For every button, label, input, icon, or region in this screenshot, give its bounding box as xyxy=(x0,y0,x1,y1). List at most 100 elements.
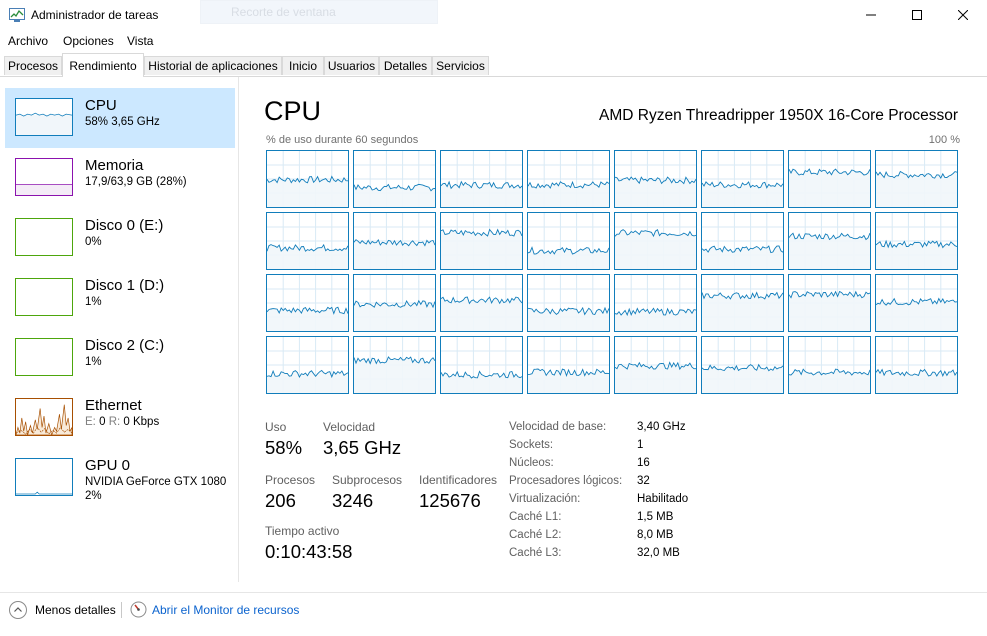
sidebar-item-sub: 0% xyxy=(85,236,102,248)
core-usage-graph xyxy=(527,151,610,207)
tab-servicios[interactable]: Servicios xyxy=(432,56,489,75)
sidebar-item-name: GPU 0 xyxy=(85,457,131,474)
page-title: CPU xyxy=(264,96,322,126)
menu-opciones[interactable]: Opciones xyxy=(63,34,114,48)
core-usage-graph xyxy=(527,337,610,393)
property-value: 32 xyxy=(637,475,650,487)
menu-vista[interactable]: Vista xyxy=(127,34,153,48)
logical-processor-graph xyxy=(875,150,958,208)
logical-processor-graph xyxy=(440,336,523,394)
core-usage-graph xyxy=(440,275,523,331)
core-usage-graph xyxy=(875,213,958,269)
logical-processor-graph xyxy=(788,336,871,394)
core-usage-graph xyxy=(266,275,349,331)
ethernet-send-value: 0 xyxy=(99,416,106,428)
sidebar-item-sub: 1% xyxy=(85,356,102,368)
logical-processor-graph xyxy=(440,150,523,208)
tab-procesos[interactable]: Procesos xyxy=(4,56,62,75)
core-usage-graph xyxy=(440,151,523,207)
sidebar-item-disco-1[interactable]: Disco 1 (D:) 1% xyxy=(5,268,235,328)
cpu-model-name: AMD Ryzen Threadripper 1950X 16-Core Pro… xyxy=(599,107,958,124)
chevron-up-icon[interactable] xyxy=(9,601,27,619)
footer-divider xyxy=(121,602,122,618)
logical-processor-graph xyxy=(440,274,523,332)
subprocesos-label: Subprocesos xyxy=(332,473,403,487)
ethernet-send-label: E: xyxy=(85,416,96,428)
sidebar-item-name: Memoria xyxy=(85,157,144,174)
logical-processor-graph xyxy=(875,212,958,270)
sidebar-item-ethernet[interactable]: Ethernet E: 0 R: 0 Kbps xyxy=(5,388,235,448)
logical-processor-graph xyxy=(701,336,784,394)
sidebar-item-sub: 1% xyxy=(85,296,102,308)
maximize-icon xyxy=(912,10,922,20)
core-usage-graph xyxy=(788,337,871,393)
property-value: Habilitado xyxy=(637,493,689,505)
menu-bar: Archivo Opciones Vista xyxy=(0,30,987,52)
logical-processor-graph xyxy=(527,336,610,394)
property-key: Caché L2: xyxy=(509,529,562,541)
property-key: Sockets: xyxy=(509,439,554,451)
core-usage-graph xyxy=(875,275,958,331)
core-usage-graph xyxy=(266,337,349,393)
title-bar[interactable]: Administrador de tareas Recorte de venta… xyxy=(0,0,987,30)
core-usage-graph xyxy=(614,275,697,331)
disk1-thumbnail-graph xyxy=(15,278,73,316)
core-usage-graph xyxy=(266,151,349,207)
sidebar-item-cpu[interactable]: CPU 58% 3,65 GHz xyxy=(5,88,235,148)
core-usage-graph xyxy=(701,151,784,207)
core-usage-graph xyxy=(527,275,610,331)
tab-rendimiento[interactable]: Rendimiento xyxy=(62,53,144,77)
core-usage-graph xyxy=(875,337,958,393)
core-usage-graph xyxy=(353,337,436,393)
property-key: Procesadores lógicos: xyxy=(509,475,623,487)
snip-window-ghost-text: Recorte de ventana xyxy=(231,5,336,19)
logical-processor-graph xyxy=(614,150,697,208)
logical-processor-graph xyxy=(527,274,610,332)
logical-processor-graphs[interactable] xyxy=(266,150,960,397)
procesos-value: 206 xyxy=(265,490,296,511)
open-resource-monitor-link[interactable]: Abrir el Monitor de recursos xyxy=(152,603,299,617)
minimize-button[interactable] xyxy=(848,0,894,30)
logical-processor-graph xyxy=(266,150,349,208)
uso-label: Uso xyxy=(265,420,287,434)
disk0-thumbnail-graph xyxy=(15,218,73,256)
logical-processor-graph xyxy=(527,150,610,208)
tab-usuarios[interactable]: Usuarios xyxy=(324,56,379,75)
logical-processor-graph xyxy=(788,212,871,270)
property-value: 8,0 MB xyxy=(637,529,674,541)
tab-detalles[interactable]: Detalles xyxy=(379,56,432,75)
logical-processor-graph xyxy=(614,212,697,270)
sidebar-item-sub: NVIDIA GeForce GTX 1080 xyxy=(85,476,227,488)
fewer-details-button[interactable]: Menos detalles xyxy=(35,603,116,617)
identificadores-label: Identificadores xyxy=(419,473,498,487)
property-value: 32,0 MB xyxy=(637,547,680,559)
sidebar-item-gpu-0[interactable]: GPU 0 NVIDIA GeForce GTX 1080 2% xyxy=(5,448,235,508)
sidebar-item-disco-2[interactable]: Disco 2 (C:) 1% xyxy=(5,328,235,388)
logical-processor-graph xyxy=(266,336,349,394)
property-value: 1 xyxy=(637,439,644,451)
cpu-thumbnail-graph xyxy=(15,98,73,136)
core-usage-graph xyxy=(527,213,610,269)
tab-inicio[interactable]: Inicio xyxy=(282,56,324,75)
core-usage-graph xyxy=(614,213,697,269)
sidebar-item-sub2: 2% xyxy=(85,490,102,502)
core-usage-graph xyxy=(788,213,871,269)
sidebar-item-memoria[interactable]: Memoria 17,9/63,9 GB (28%) xyxy=(5,148,235,208)
core-usage-graph xyxy=(353,213,436,269)
maximize-button[interactable] xyxy=(894,0,940,30)
property-key: Virtualización: xyxy=(509,493,581,505)
core-usage-graph xyxy=(440,337,523,393)
sidebar-item-name: CPU xyxy=(85,97,117,114)
core-usage-graph xyxy=(614,337,696,393)
tab-historial[interactable]: Historial de aplicaciones xyxy=(144,56,282,75)
core-usage-graph xyxy=(701,213,784,269)
gpu-thumbnail-graph xyxy=(15,458,73,496)
logical-processor-graph xyxy=(788,150,871,208)
core-usage-graph xyxy=(701,337,784,393)
sidebar-item-disco-0[interactable]: Disco 0 (E:) 0% xyxy=(5,208,235,268)
close-button[interactable] xyxy=(940,0,986,30)
property-value: 16 xyxy=(637,457,650,469)
menu-archivo[interactable]: Archivo xyxy=(8,34,48,48)
graph-max-label: 100 % xyxy=(928,134,960,146)
logical-processor-graph xyxy=(614,274,697,332)
